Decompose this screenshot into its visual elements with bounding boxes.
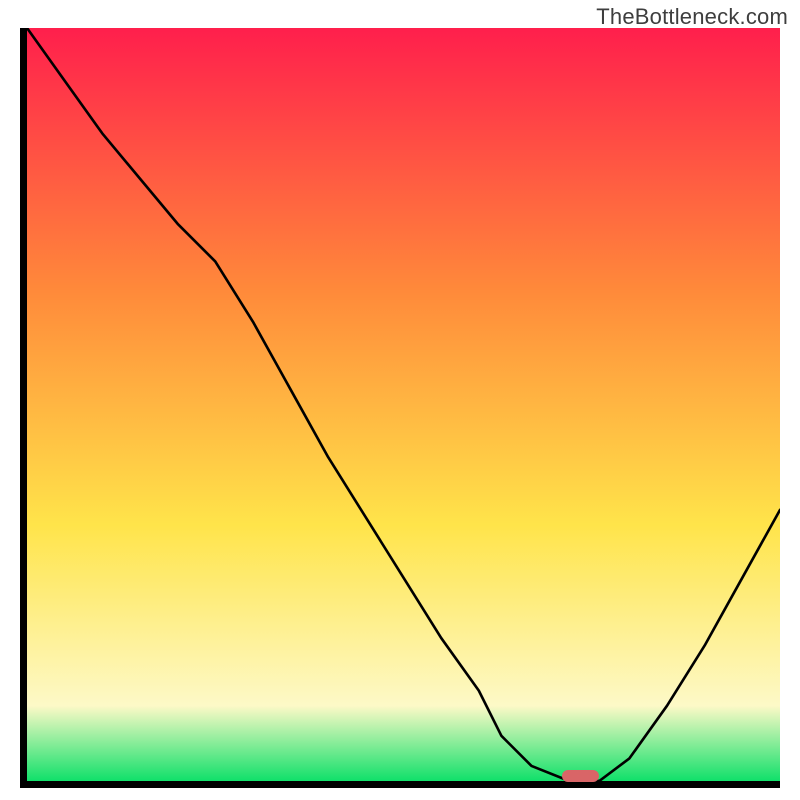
optimum-marker [562, 770, 600, 782]
plot-area [27, 28, 780, 781]
watermark-label: TheBottleneck.com [596, 4, 788, 30]
bottleneck-curve [27, 28, 780, 781]
curve-path [27, 28, 780, 781]
chart-axes [20, 28, 780, 788]
